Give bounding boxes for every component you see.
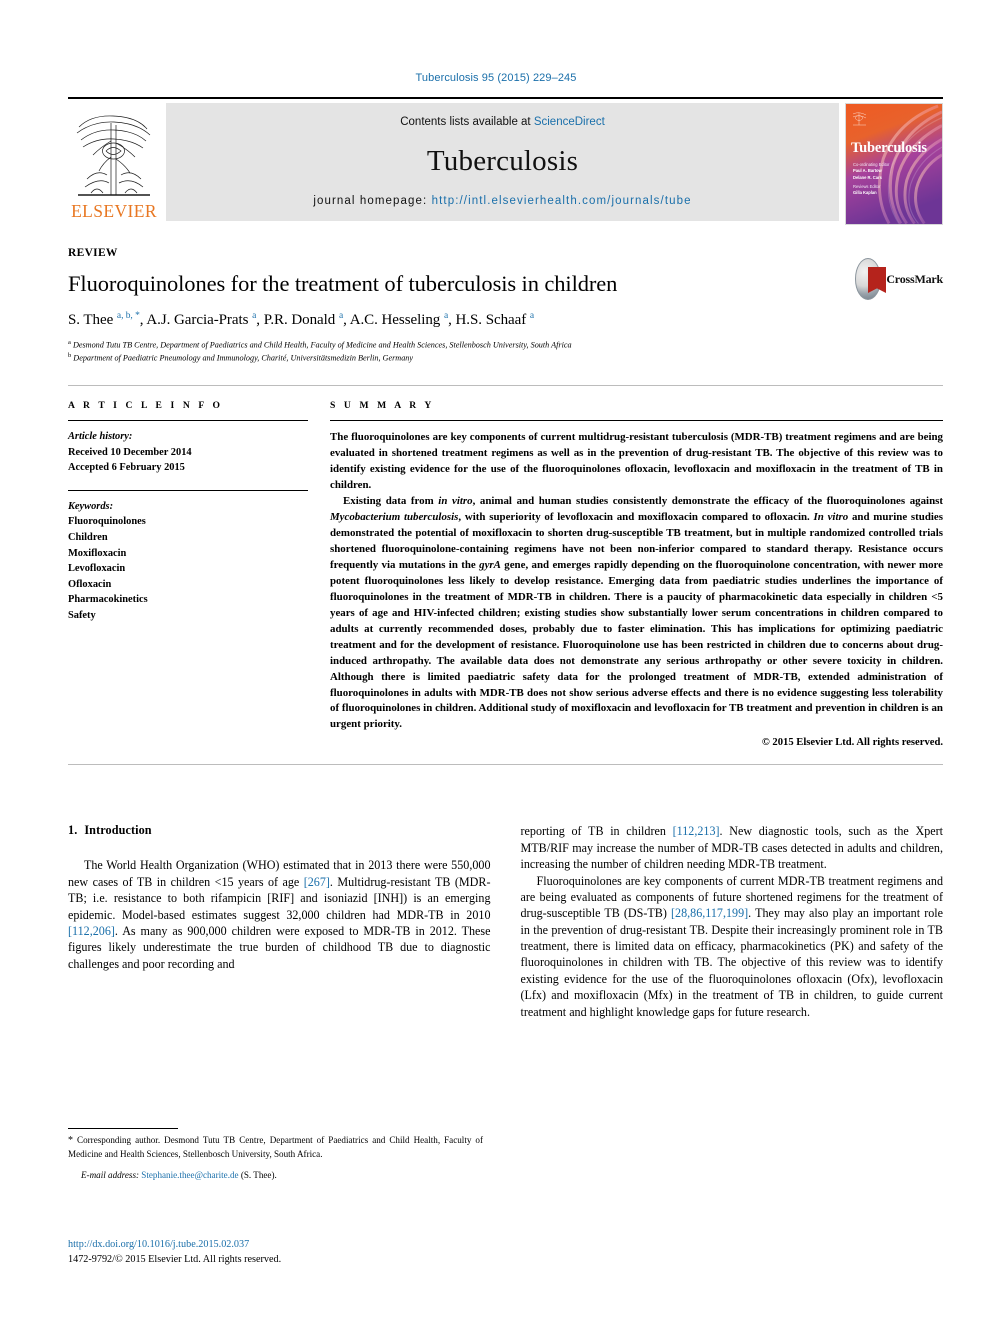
body-paragraph: The World Health Organization (WHO) esti… — [68, 858, 491, 971]
keyword-item: Pharmacokinetics — [68, 594, 148, 606]
paper-page: Tuberculosis 95 (2015) 229–245 ELSEVIER … — [0, 0, 992, 1323]
article-info-column: A R T I C L E I N F O Article history: R… — [68, 400, 330, 748]
article-history-block: Article history: Received 10 December 20… — [68, 429, 308, 476]
crossmark-bookmark-icon — [868, 267, 886, 293]
section-heading-introduction: 1. Introduction — [68, 823, 491, 838]
keywords-block: Keywords: Fluoroquinolones Children Moxi… — [68, 499, 308, 624]
author-marks: a, b, * — [116, 310, 140, 321]
body-paragraph: Fluoroquinolones are key components of c… — [520, 873, 944, 1019]
author-name: P.R. Donald — [263, 311, 336, 328]
imprint-block: http://dx.doi.org/10.1016/j.tube.2015.02… — [68, 1238, 281, 1268]
keyword-item: Safety — [68, 610, 96, 622]
author-list: S. Thee a, b, *, A.J. Garcia-Prats a, P.… — [68, 311, 943, 329]
affiliation-mark: b — [68, 352, 72, 360]
abstract-band: A R T I C L E I N F O Article history: R… — [68, 385, 943, 766]
journal-masthead: ELSEVIER Contents lists available at Sci… — [68, 97, 943, 225]
summary-paragraph: Existing data from in vitro, animal and … — [330, 494, 943, 731]
crossmark-label: CrossMark — [886, 271, 943, 286]
cover-elsevier-mark-icon — [852, 112, 867, 126]
author-separator: , — [256, 311, 264, 328]
summary-column: S U M M A R Y The fluoroquinolones are k… — [330, 400, 943, 748]
body-columns: 1. Introduction The World Health Organiza… — [68, 823, 943, 1020]
affiliation-item: a Desmond Tutu TB Centre, Department of … — [68, 338, 943, 352]
affiliation-text: Desmond Tutu TB Centre, Department of Pa… — [72, 340, 572, 350]
keyword-item: Children — [68, 532, 108, 544]
contents-available-line: Contents lists available at ScienceDirec… — [166, 116, 839, 128]
copyright-line: © 2015 Elsevier Ltd. All rights reserved… — [761, 737, 943, 749]
section-title: Introduction — [84, 823, 152, 838]
crossmark-disc-icon — [855, 258, 886, 300]
email-owner: (S. Thee). — [240, 1170, 277, 1181]
affiliation-item: b Department of Paediatric Pneumology an… — [68, 351, 943, 365]
author-name: A.C. Hesseling — [349, 311, 441, 328]
author-name: H.S. Schaaf — [455, 311, 527, 328]
divider — [330, 420, 943, 421]
keyword-item: Levofloxacin — [68, 563, 126, 575]
citation-reference[interactable]: [267] — [304, 875, 330, 889]
article-type-label: REVIEW — [68, 247, 118, 259]
body-column-right: reporting of TB in children [112,213]. N… — [521, 823, 944, 1020]
author-separator: , — [448, 311, 456, 328]
divider — [68, 420, 308, 421]
section-number: 1. — [68, 823, 78, 838]
cover-editors-block: Co-ordinating Editor Paul A. Bartow Dela… — [853, 162, 923, 197]
cover-editor-2: Delane R. Cars — [853, 174, 882, 180]
journal-homepage-line: journal homepage: http://intl.elsevierhe… — [166, 195, 839, 207]
cover-reviews-editor: Gilla Kaplan — [853, 190, 877, 196]
issn-copyright-line: 1472-9792/© 2015 Elsevier Ltd. All right… — [68, 1253, 282, 1265]
footnote-asterisk: * — [68, 1135, 73, 1146]
footnote-text: * Corresponding author. Desmond Tutu TB … — [68, 1135, 483, 1160]
journal-citation-line: Tuberculosis 95 (2015) 229–245 — [415, 72, 577, 84]
keywords-label: Keywords: — [68, 500, 114, 512]
contents-prefix: Contents lists available at — [400, 116, 531, 128]
footnote-divider — [68, 1128, 178, 1129]
sciencedirect-link[interactable]: ScienceDirect — [534, 116, 605, 128]
affiliation-list: a Desmond Tutu TB Centre, Department of … — [68, 338, 943, 365]
article-history-accepted: Accepted 6 February 2015 — [68, 462, 185, 474]
author-entry: A.J. Garcia-Prats a — [146, 311, 256, 328]
email-link[interactable]: Stephanie.thee@charite.de — [141, 1170, 238, 1180]
page-title: Fluoroquinolones for the treatment of tu… — [68, 271, 618, 296]
citation-reference[interactable]: [112,206] — [68, 924, 115, 938]
doi-link[interactable]: http://dx.doi.org/10.1016/j.tube.2015.02… — [68, 1238, 281, 1253]
journal-title: Tuberculosis — [426, 145, 579, 177]
elsevier-logo: ELSEVIER — [68, 103, 160, 221]
email-label: E-mail address: — [81, 1170, 140, 1181]
journal-cover-thumbnail[interactable]: Tuberculosis Co-ordinating Editor Paul A… — [845, 103, 943, 225]
body-paragraph: reporting of TB in children [112,213]. N… — [520, 824, 944, 872]
article-history-received: Received 10 December 2014 — [68, 446, 192, 458]
corresponding-author-footnote: * Corresponding author. Desmond Tutu TB … — [68, 1128, 483, 1182]
citation-reference[interactable]: [28,86,117,199] — [671, 906, 748, 920]
summary-heading: S U M M A R Y — [330, 400, 435, 411]
keyword-item: Fluoroquinolones — [68, 516, 146, 528]
affiliation-text: Department of Paediatric Pneumology and … — [73, 354, 414, 364]
article-header: REVIEW Fluoroquinolones for the treatmen… — [68, 247, 943, 365]
footnote-email-line: E-mail address: Stephanie.thee@charite.d… — [68, 1169, 483, 1182]
author-entry: S. Thee a, b, * — [68, 310, 140, 328]
keyword-item: Moxifloxacin — [68, 547, 127, 559]
article-history-label: Article history: — [68, 431, 133, 442]
citation-reference[interactable]: [112,213] — [673, 824, 720, 838]
masthead-contents-panel: Contents lists available at ScienceDirec… — [166, 103, 839, 221]
cover-journal-title: Tuberculosis — [851, 140, 927, 156]
homepage-label: journal homepage: — [313, 195, 428, 207]
crossmark-badge[interactable]: CrossMark — [855, 255, 943, 303]
homepage-url-link[interactable]: http://intl.elsevierhealth.com/journals/… — [432, 195, 692, 207]
author-entry: H.S. Schaaf a — [455, 310, 535, 328]
article-info-heading: A R T I C L E I N F O — [68, 400, 224, 411]
author-marks: a — [529, 310, 535, 321]
cover-editor-1: Paul A. Bartow — [853, 168, 882, 174]
elsevier-wordmark: ELSEVIER — [71, 200, 157, 221]
body-column-left: 1. Introduction The World Health Organiza… — [68, 823, 491, 1020]
author-name: A.J. Garcia-Prats — [146, 311, 249, 328]
divider — [68, 489, 308, 491]
keyword-item: Ofloxacin — [68, 578, 112, 590]
author-entry: A.C. Hesseling a — [349, 311, 448, 328]
author-separator: , — [343, 311, 350, 328]
elsevier-tree-icon — [73, 111, 155, 203]
author-name: S. Thee — [68, 311, 114, 328]
author-entry: P.R. Donald a — [263, 311, 343, 328]
summary-paragraph: The fluoroquinolones are key components … — [330, 431, 943, 491]
affiliation-mark: a — [68, 338, 71, 346]
